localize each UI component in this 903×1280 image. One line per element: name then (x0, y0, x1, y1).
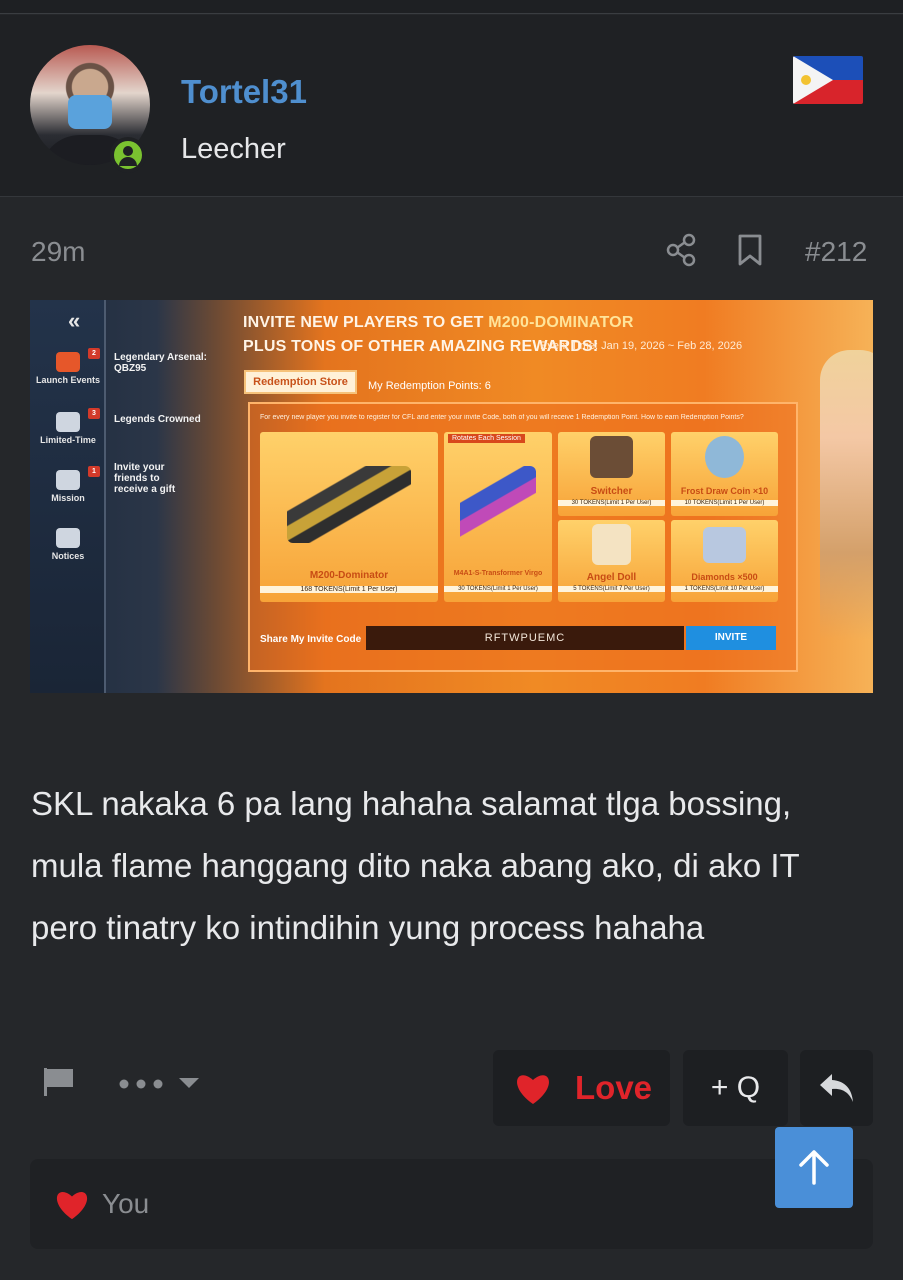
reply-icon (820, 1074, 853, 1102)
redemption-points: My Redemption Points: 6 (368, 380, 491, 392)
scroll-to-top-button[interactable] (775, 1127, 853, 1208)
reactors-list[interactable]: You (102, 1188, 149, 1220)
avatar-mask (68, 95, 112, 129)
top-bar (0, 0, 903, 14)
arrow-up-icon (799, 1150, 829, 1185)
reward-card: M200-Dominator 168 TOKENS(Limit 1 Per Us… (260, 432, 438, 602)
post-attachment-image[interactable]: « 2 Launch Events 3 Limited-Time 1 Missi… (30, 300, 873, 693)
flag-icon[interactable] (42, 1066, 76, 1098)
love-button[interactable]: Love (493, 1050, 670, 1126)
event-headline-1: INVITE NEW PLAYERS TO GET M200-DOMINATOR (243, 314, 634, 331)
share-icon[interactable] (663, 232, 699, 268)
reward-card: Rotates Each Session M4A1-S-Transformer … (444, 432, 552, 602)
tab-redemption-store: Redemption Store (244, 370, 357, 394)
nav-limited-time: 3 Limited-Time (30, 408, 106, 445)
quote-button[interactable]: + Q (683, 1050, 788, 1126)
reactions-bar[interactable]: You (30, 1159, 873, 1249)
rewards-panel: For every new player you invite to regis… (248, 402, 798, 672)
character-art (820, 350, 873, 640)
reward-card: Angel Doll 5 TOKENS(Limit 7 Per User) (558, 520, 665, 602)
username[interactable]: Tortel31 (181, 73, 307, 111)
invite-button: INVITE (686, 626, 776, 650)
reply-button[interactable] (800, 1050, 873, 1126)
nav-notices: Notices (30, 528, 106, 561)
user-card: Tortel31 Leecher (0, 15, 903, 197)
online-status-icon (110, 137, 146, 173)
country-flag-icon (793, 56, 863, 104)
reward-card: Switcher 30 TOKENS(Limit 1 Per User) (558, 432, 665, 516)
nav-launch-events: 2 Launch Events (35, 348, 100, 385)
reward-card: Frost Draw Coin ×10 10 TOKENS(Limit 1 Pe… (671, 432, 778, 516)
post-number[interactable]: #212 (805, 236, 867, 268)
invite-code: RFTWPUEMC (366, 626, 684, 650)
side-item: Legendary Arsenal: QBZ95 (114, 352, 207, 374)
post-body: SKL nakaka 6 pa lang hahaha salamat tlga… (31, 785, 800, 946)
more-dots-icon[interactable] (118, 1072, 200, 1094)
side-item: Legends Crowned (114, 414, 201, 425)
bookmark-icon[interactable] (732, 232, 768, 268)
event-time: Event Time: Jan 19, 2026 ~ Feb 28, 2026 (540, 340, 743, 352)
collapse-chevron-icon: « (68, 308, 81, 333)
user-title: Leecher (181, 133, 286, 165)
rewards-note: For every new player you invite to regis… (260, 414, 744, 421)
reward-card: Diamonds ×500 1 TOKENS(Limit 10 Per User… (671, 520, 778, 602)
side-item: Invite your friends to receive a gift (114, 462, 176, 495)
post-time[interactable]: 29m (31, 236, 85, 268)
heart-icon (56, 1192, 88, 1220)
nav-mission: 1 Mission (30, 466, 106, 503)
heart-icon (517, 1075, 549, 1104)
share-invite-label: Share My Invite Code (260, 634, 362, 645)
love-label: Love (575, 1069, 653, 1106)
rotates-badge: Rotates Each Session (448, 434, 525, 443)
